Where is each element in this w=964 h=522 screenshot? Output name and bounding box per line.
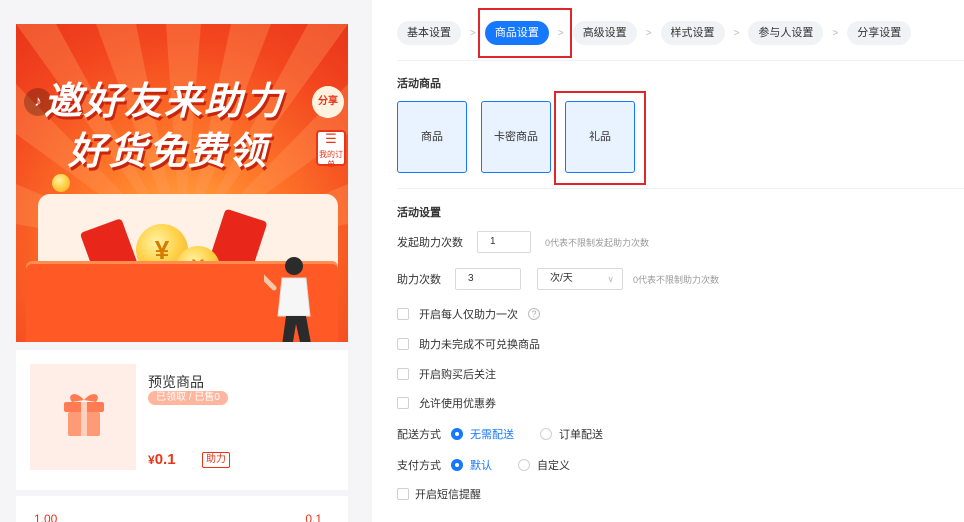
bottom-left-value: 1.00 [34, 512, 58, 522]
delivery-label: 配送方式 [397, 429, 441, 441]
divider [397, 60, 964, 61]
delivery-order-radio[interactable] [540, 428, 552, 440]
payment-row: 支付方式 默认 自定义 [397, 455, 570, 475]
payment-custom-label[interactable]: 自定义 [537, 457, 570, 473]
price-value: 0.1 [154, 451, 176, 468]
delivery-none-label[interactable]: 无需配送 [470, 426, 514, 442]
activity-banner: ♪ 邀好友来助力 好货免费领 分享 我的订单 ¥ ¥ [16, 24, 348, 342]
tab-separator: > [645, 27, 652, 39]
initiate-help-label: 发起助力次数 [397, 237, 463, 249]
coupon-checkbox[interactable] [397, 397, 409, 409]
checkbox-row-sms[interactable]: 开启短信提醒 [397, 484, 481, 504]
follow-checkbox-label: 开启购买后关注 [419, 369, 496, 381]
banner-title-line2: 好货免费领 [68, 131, 269, 173]
tab-separator: > [832, 27, 839, 39]
product-type-goods[interactable]: 商品 [397, 101, 467, 173]
activity-settings-title: 活动设置 [397, 207, 441, 219]
help-count-hint: 0代表不限制助力次数 [633, 274, 720, 285]
bottom-card: 1.00 0.1 [16, 496, 348, 522]
highlight-box-tab [478, 8, 572, 58]
highlight-box-gift [554, 91, 646, 185]
initiate-help-hint: 0代表不限制发起助力次数 [545, 237, 650, 248]
help-question-icon[interactable]: ? [528, 308, 540, 320]
my-orders-button[interactable]: 我的订单 [316, 130, 346, 169]
help-unit-value: 次/天 [550, 273, 573, 284]
product-price: ¥0.1 [148, 451, 176, 468]
checkbox-row-once[interactable]: 开启每人仅助力一次 ? [397, 304, 540, 324]
person-illustration [264, 257, 311, 342]
checkbox-row-exchange[interactable]: 助力未完成不可兑换商品 [397, 334, 540, 354]
activity-goods-title: 活动商品 [397, 78, 441, 90]
banner-title-line1: 邀好友来助力 [44, 81, 285, 123]
tab-basic-settings[interactable]: 基本设置 [397, 21, 461, 45]
delivery-order-label[interactable]: 订单配送 [559, 426, 603, 442]
product-stats-badge: 已领取 / 已售0 [148, 391, 228, 405]
currency-symbol: ¥ [148, 453, 155, 467]
bottom-right-value: 0.1 [305, 512, 322, 522]
tab-separator: > [470, 27, 476, 39]
payment-default-label[interactable]: 默认 [470, 457, 492, 473]
share-button[interactable]: 分享 [312, 86, 344, 118]
divider [397, 188, 964, 189]
coupon-checkbox-label: 允许使用优惠券 [419, 398, 496, 410]
help-tag: 助力 [202, 452, 230, 468]
product-type-card-key[interactable]: 卡密商品 [481, 101, 551, 173]
delivery-row: 配送方式 无需配送 订单配送 [397, 424, 603, 444]
follow-checkbox[interactable] [397, 368, 409, 380]
product-card[interactable]: 预览商品 已领取 / 已售0 ¥0.1 助力 [16, 350, 348, 490]
product-image [30, 364, 136, 470]
product-name: 预览商品 [148, 374, 204, 390]
tab-style-settings[interactable]: 样式设置 [660, 21, 725, 45]
exchange-checkbox-label: 助力未完成不可兑换商品 [419, 339, 540, 351]
payment-custom-radio[interactable] [518, 459, 530, 471]
once-checkbox-label: 开启每人仅助力一次 [419, 309, 518, 321]
settings-tabs: 基本设置 > 商品设置 > 高级设置 > 样式设置 > 参与人设置 > 分享设置 [397, 20, 912, 46]
exchange-checkbox[interactable] [397, 338, 409, 350]
tab-participant-settings[interactable]: 参与人设置 [748, 21, 824, 45]
tab-separator: > [733, 27, 740, 39]
coin-icon [52, 174, 70, 192]
preview-panel: ♪ 邀好友来助力 好货免费领 分享 我的订单 ¥ ¥ 预 [0, 0, 372, 522]
checkbox-row-coupon[interactable]: 允许使用优惠券 [397, 393, 496, 413]
payment-label: 支付方式 [397, 460, 441, 472]
help-unit-select[interactable]: 次/天 ∨ [537, 268, 623, 290]
tab-share-settings[interactable]: 分享设置 [847, 21, 912, 45]
tab-advanced-settings[interactable]: 高级设置 [572, 21, 637, 45]
gift-icon [64, 394, 104, 436]
checkbox-row-follow[interactable]: 开启购买后关注 [397, 364, 496, 384]
initiate-help-input[interactable]: 1 [477, 231, 531, 253]
initiate-help-row: 发起助力次数 1 0代表不限制发起助力次数 [397, 231, 650, 253]
once-checkbox[interactable] [397, 308, 409, 320]
help-count-row: 助力次数 3 次/天 ∨ 0代表不限制助力次数 [397, 268, 720, 290]
help-count-label: 助力次数 [397, 274, 441, 286]
payment-default-radio[interactable] [451, 459, 463, 471]
delivery-none-radio[interactable] [451, 428, 463, 440]
help-count-input[interactable]: 3 [455, 268, 521, 290]
sms-checkbox-label: 开启短信提醒 [415, 489, 481, 501]
sms-checkbox[interactable] [397, 488, 409, 500]
chevron-down-icon: ∨ [607, 274, 614, 284]
